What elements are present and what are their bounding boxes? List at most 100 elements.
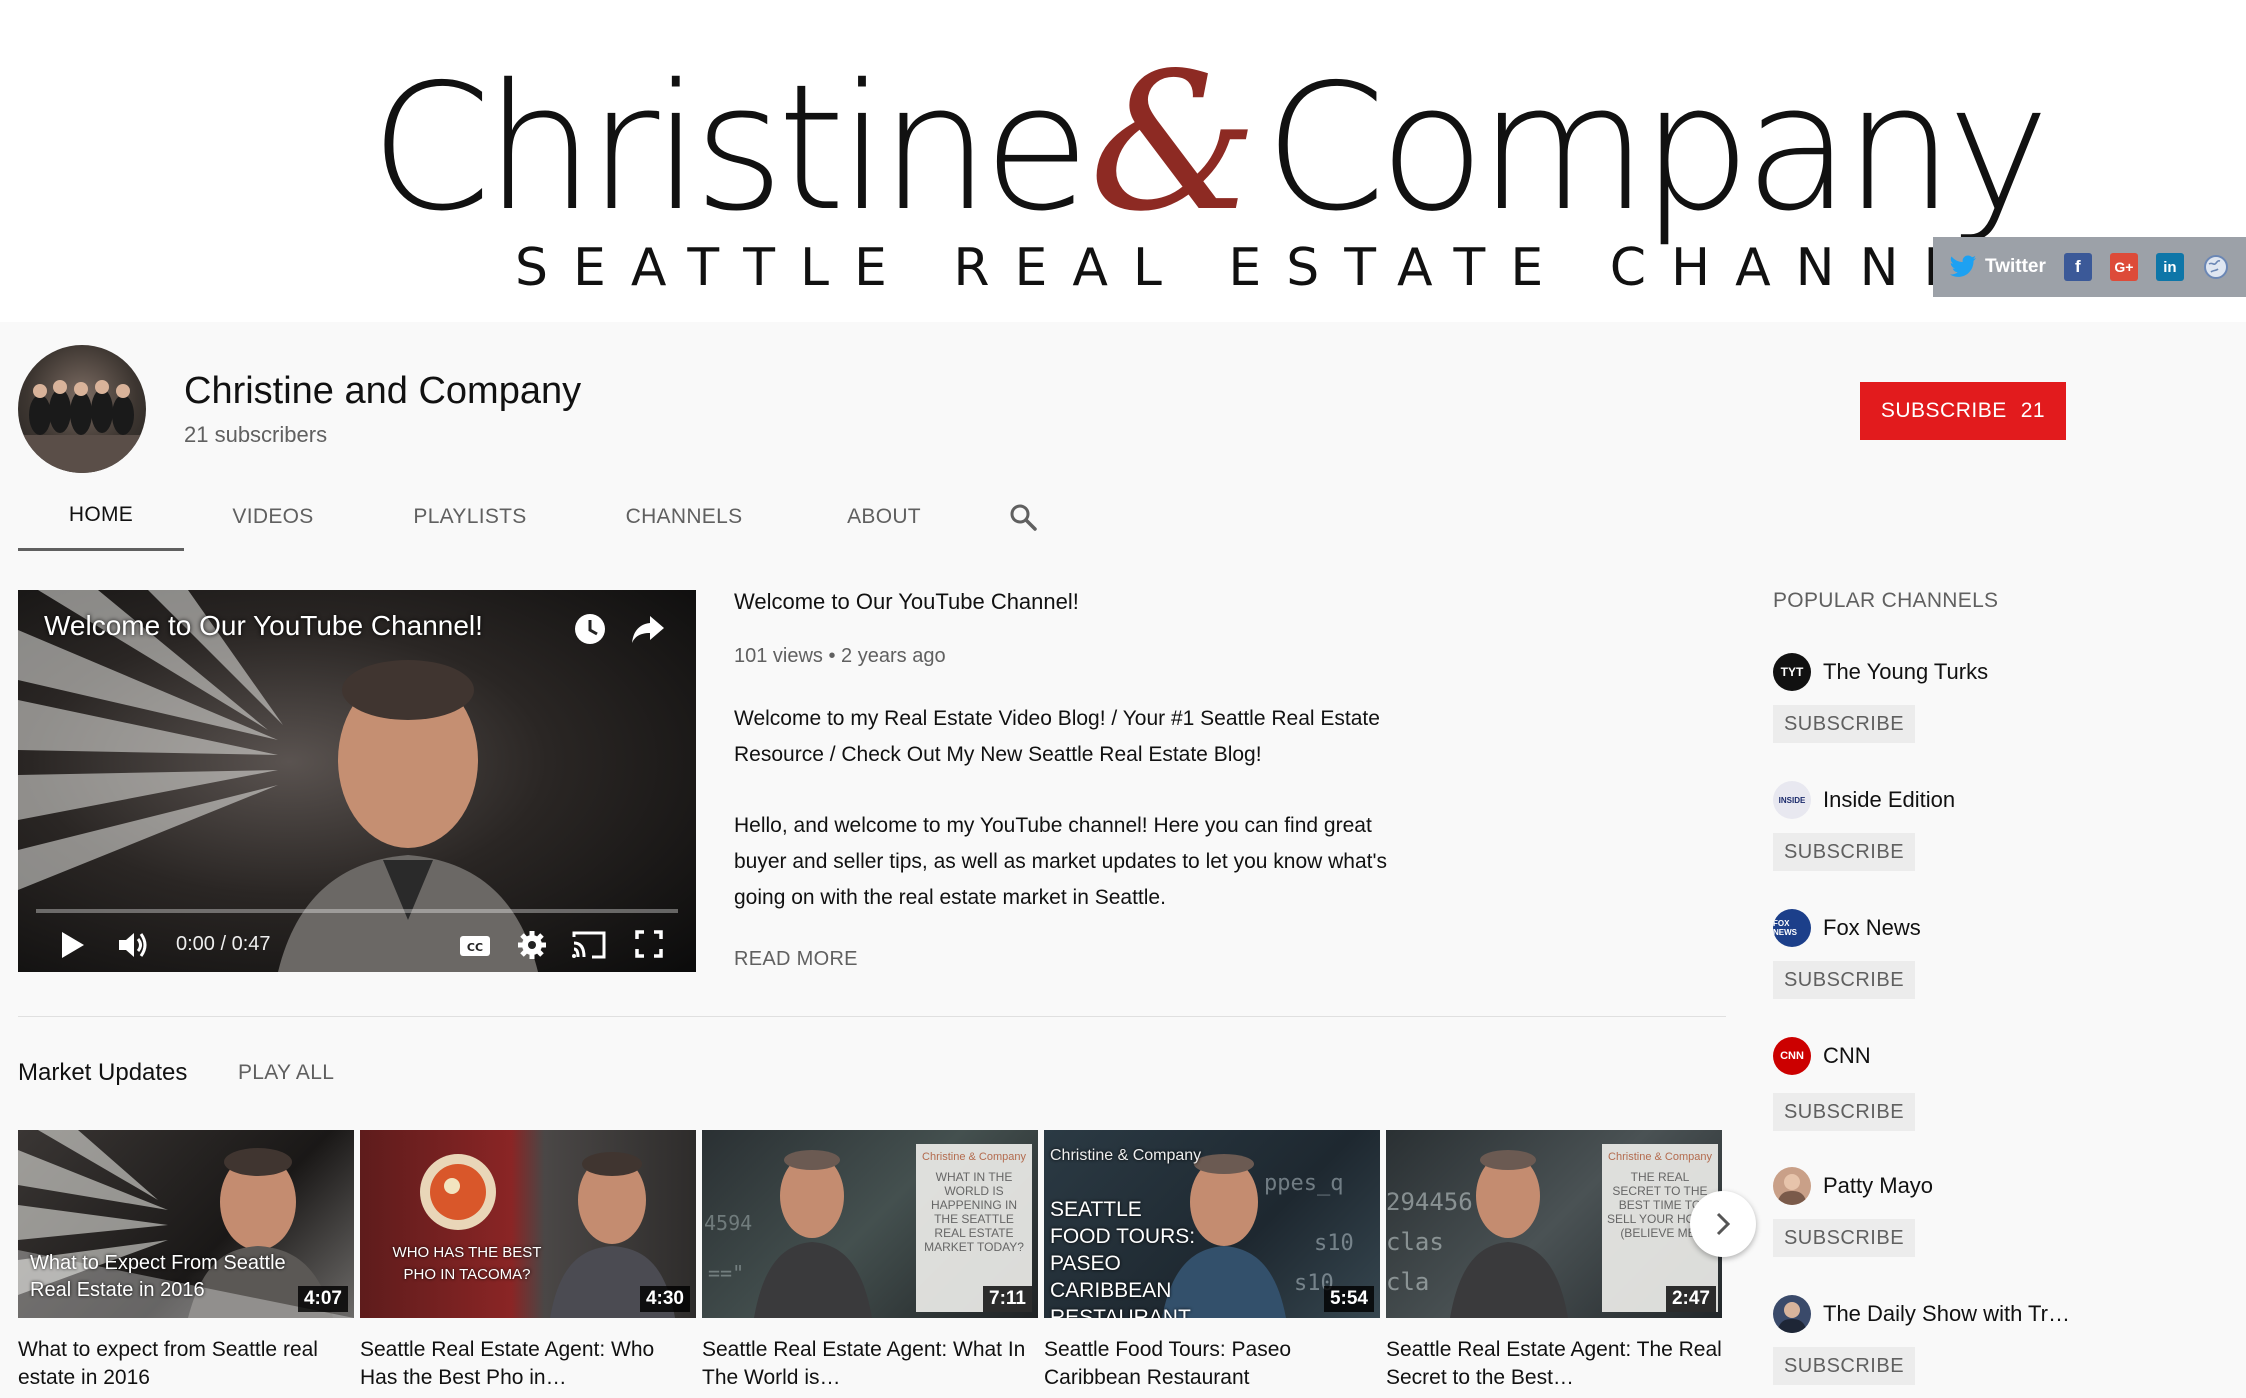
globe-icon[interactable] [2202, 253, 2230, 281]
thumbnail-brand: Christine & Company [922, 1151, 1026, 1163]
video-card[interactable]: WHO HAS THE BEST PHO IN TACOMA? 4:30 Sea… [360, 1130, 696, 1392]
logo-ampersand: & [1089, 32, 1259, 253]
channel-tabs: HOME VIDEOS PLAYLISTS CHANNELS ABOUT [18, 482, 1068, 552]
channel-logo-text: CNN [1780, 1050, 1804, 1062]
video-progress-bar[interactable] [36, 909, 678, 913]
google-plus-label: G+ [2114, 259, 2134, 275]
video-thumbnail[interactable]: ppes_q s10 s10 Christine & Company SEATTLE… [1044, 1130, 1380, 1318]
home-content: Welcome to Our YouTube Channel! 0:00 / 0… [0, 551, 2246, 1398]
channel-logo-icon[interactable]: INSIDE [1773, 781, 1811, 819]
channel-logo-icon[interactable]: CNN [1773, 1037, 1811, 1075]
video-title[interactable]: Seattle Real Estate Agent: The Real Secr… [1386, 1336, 1722, 1392]
tab-about[interactable]: ABOUT [790, 482, 978, 552]
channel-title: Christine and Company [184, 370, 582, 412]
featured-video-title[interactable]: Welcome to Our YouTube Channel! [734, 589, 1079, 615]
channel-banner: Christine&Company SEATTLE REAL ESTATE CH… [0, 0, 2246, 322]
fullscreen-icon[interactable] [634, 929, 664, 959]
svg-text:==": ==" [708, 1261, 744, 1285]
section-divider [18, 1016, 1726, 1017]
tab-home[interactable]: HOME [18, 482, 184, 552]
popular-channel-name[interactable]: Patty Mayo [1823, 1173, 1933, 1199]
video-duration: 7:11 [983, 1286, 1032, 1312]
settings-gear-icon[interactable] [516, 929, 548, 961]
popular-subscribe-button[interactable]: SUBSCRIBE [1773, 961, 1915, 999]
google-plus-icon[interactable]: G+ [2109, 253, 2138, 281]
featured-video-meta: 101 views • 2 years ago [734, 645, 946, 667]
subscribe-count: 21 [2020, 399, 2046, 422]
thumbnail-brand: Christine & Company [1608, 1151, 1712, 1163]
play-all-button[interactable]: PLAY ALL [238, 1061, 334, 1085]
thumbnail-overlay-text: WHAT IN THE WORLD IS HAPPENING IN THE SE… [924, 1170, 1024, 1254]
time-display: 0:00 / 0:47 [176, 933, 271, 955]
video-thumbnail[interactable]: WHO HAS THE BEST PHO IN TACOMA? 4:30 [360, 1130, 696, 1318]
read-more-link[interactable]: READ MORE [734, 948, 858, 971]
popular-channel-name[interactable]: The Young Turks [1823, 659, 1988, 685]
featured-description-paragraph: Hello, and welcome to my YouTube channel… [734, 814, 1387, 909]
svg-text:4594: 4594 [704, 1211, 752, 1235]
linkedin-icon[interactable]: in [2155, 253, 2184, 281]
player-controls: 0:00 / 0:47 CC [18, 925, 696, 965]
channel-logo-icon[interactable]: FOX NEWS [1773, 909, 1811, 947]
player-frame-image [18, 590, 538, 972]
thumbnail-brand: Christine & Company [1050, 1147, 1202, 1164]
chevron-right-icon [1716, 1212, 1731, 1236]
video-card[interactable]: What to Expect From Seattle Real Estate … [18, 1130, 354, 1392]
banner-tagline: SEATTLE REAL ESTATE CHANNEL [515, 238, 2036, 298]
channel-logo-icon[interactable]: TYT [1773, 653, 1811, 691]
search-icon[interactable] [978, 482, 1068, 552]
featured-description-paragraph: Welcome to my Real Estate Video Blog! / … [734, 707, 1380, 766]
popular-subscribe-button[interactable]: SUBSCRIBE [1773, 1093, 1915, 1131]
thumbnail-overlay-text: WHO HAS THE BEST PHO IN TACOMA? [392, 1244, 542, 1283]
shelf-next-button[interactable] [1690, 1191, 1756, 1257]
person-avatar-icon[interactable] [1773, 1295, 1811, 1333]
linkedin-label: in [2163, 258, 2177, 276]
play-icon[interactable] [58, 929, 88, 961]
thumbnail-overlay-text: What to Expect From Seattle Real Estate … [30, 1252, 286, 1301]
twitter-icon [1950, 255, 1976, 277]
person-avatar-icon[interactable] [1773, 1167, 1811, 1205]
video-title[interactable]: Seattle Real Estate Agent: What In The W… [702, 1336, 1038, 1392]
volume-icon[interactable] [116, 929, 150, 961]
video-card[interactable]: 294456 clas cla Christine & Company THE RE… [1386, 1130, 1722, 1392]
popular-channel-name[interactable]: Fox News [1823, 915, 1921, 941]
watch-later-icon[interactable] [573, 612, 607, 646]
subscribe-button[interactable]: SUBSCRIBE 21 [1860, 382, 2066, 440]
svg-text:cla: cla [1386, 1268, 1429, 1296]
shelf-title[interactable]: Market Updates [18, 1059, 187, 1087]
cast-icon[interactable] [570, 929, 608, 961]
video-thumbnail[interactable]: What to Expect From Seattle Real Estate … [18, 1130, 354, 1318]
video-duration: 5:54 [1323, 1286, 1374, 1312]
popular-subscribe-button[interactable]: SUBSCRIBE [1773, 1347, 1915, 1385]
video-card[interactable]: ppes_q s10 s10 Christine & Company SEATTLE… [1044, 1130, 1380, 1392]
channel-header: Christine and Company 21 subscribers SUB… [0, 322, 2246, 552]
video-duration: 2:47 [1665, 1286, 1716, 1312]
channel-avatar[interactable] [18, 345, 146, 473]
subscribe-label: SUBSCRIBE [1880, 399, 2007, 422]
thumbnail-overlay-text: SEATTLE FOOD TOURS: PASEO CARIBBEAN REST… [1050, 1198, 1196, 1318]
video-thumbnail[interactable]: 294456 clas cla Christine & Company THE RE… [1386, 1130, 1722, 1318]
video-title[interactable]: Seattle Food Tours: Paseo Caribbean Rest… [1044, 1336, 1380, 1392]
video-card[interactable]: 4594 ==" Christine & Company WHAT IN THE … [702, 1130, 1038, 1392]
video-title[interactable]: Seattle Real Estate Agent: Who Has the B… [360, 1336, 696, 1392]
popular-channel-name[interactable]: CNN [1823, 1043, 1871, 1069]
popular-channel-name[interactable]: Inside Edition [1823, 787, 1955, 813]
channel-logo-text: INSIDE [1778, 795, 1806, 805]
twitter-link[interactable]: Twitter [1949, 255, 2046, 279]
popular-channel-name[interactable]: The Daily Show with Tr… [1823, 1301, 2070, 1327]
tab-playlists[interactable]: PLAYLISTS [362, 482, 578, 552]
featured-video-player[interactable]: Welcome to Our YouTube Channel! 0:00 / 0… [18, 590, 696, 972]
popular-channels-heading: POPULAR CHANNELS [1773, 589, 1999, 612]
facebook-icon[interactable]: f [2063, 253, 2092, 281]
captions-icon[interactable]: CC [458, 929, 492, 961]
popular-subscribe-button[interactable]: SUBSCRIBE [1773, 705, 1915, 743]
banner-social-links: Twitter f G+ in [1933, 237, 2246, 297]
svg-text:294456: 294456 [1386, 1188, 1473, 1216]
video-thumbnail[interactable]: 4594 ==" Christine & Company WHAT IN THE … [702, 1130, 1038, 1318]
share-icon[interactable] [630, 612, 666, 646]
popular-subscribe-button[interactable]: SUBSCRIBE [1773, 1219, 1915, 1257]
video-title[interactable]: What to expect from Seattle real estate … [18, 1336, 354, 1392]
tab-channels[interactable]: CHANNELS [578, 482, 790, 552]
facebook-label: f [2075, 257, 2081, 276]
tab-videos[interactable]: VIDEOS [184, 482, 362, 552]
popular-subscribe-button[interactable]: SUBSCRIBE [1773, 833, 1915, 871]
